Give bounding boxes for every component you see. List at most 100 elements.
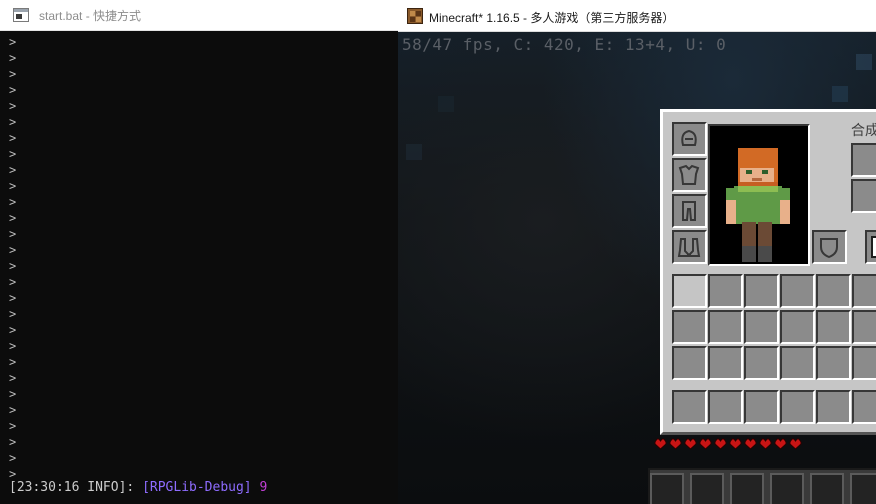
console-prompt-marker: > [9,387,17,401]
shield-outline-icon [820,238,838,259]
inventory-slot[interactable] [672,346,707,380]
console-prompt-marker: > [9,35,17,49]
inventory-slot[interactable] [744,274,779,308]
inventory-slot[interactable] [744,310,779,344]
console-prompt-marker: > [9,371,17,385]
console-prompt-marker: > [9,339,17,353]
inventory-slot[interactable] [852,346,876,380]
heart-icon [774,438,787,450]
inventory-slot[interactable] [816,310,851,344]
player-character-model [726,148,790,262]
heart-icon [684,438,697,450]
console-prompt-marker: > [9,307,17,321]
leggings-slot[interactable] [672,194,707,228]
hotbar-slot[interactable] [690,473,724,504]
minecraft-title-bar[interactable]: Minecraft* 1.16.5 - 多人游戏（第三方服务器） [398,0,876,32]
inventory-slot[interactable] [744,346,779,380]
world-block [406,144,422,160]
hotbar-slot[interactable] [730,473,764,504]
crafting-slot[interactable] [851,179,876,213]
console-prompt-marker: > [9,163,17,177]
heart-icon [654,438,667,450]
console-log-line: [23:30:16 INFO]: [RPGLib-Debug] 9 [9,480,267,495]
inventory-slot[interactable] [708,274,743,308]
hotbar-slot[interactable] [650,473,684,504]
console-prompt-marker: > [9,435,17,449]
console-prompt-marker: > [9,51,17,65]
console-prompt-marker: > [9,355,17,369]
inventory-slot[interactable] [780,274,815,308]
console-prompt-marker: > [9,291,17,305]
console-prompt-marker: > [9,115,17,129]
world-block [438,96,454,112]
leggings-outline-icon [682,201,696,221]
health-bar [654,437,804,451]
inventory-hotbar-slot[interactable] [708,390,743,424]
console-prompt-marker: > [9,419,17,433]
heart-icon [744,438,757,450]
console-output[interactable] [0,31,400,504]
inventory-slot[interactable] [672,274,707,308]
console-app-icon [13,8,29,22]
heart-icon [729,438,742,450]
console-prompt-marker: > [9,227,17,241]
crafting-slot[interactable] [851,143,876,177]
chestplate-outline-icon [678,164,700,185]
inventory-hotbar-slot[interactable] [744,390,779,424]
console-prompt-marker: > [9,243,17,257]
inventory-slot[interactable] [780,310,815,344]
chestplate-slot[interactable] [672,158,707,192]
inventory-panel[interactable]: 合成 [660,109,876,435]
recipe-book-icon [871,236,876,258]
helmet-outline-icon [681,129,697,146]
console-prompt-marker: > [9,83,17,97]
inventory-slot[interactable] [816,274,851,308]
offhand-slot[interactable] [812,230,847,264]
console-prompt-marker: > [9,275,17,289]
minecraft-grass-block-icon [407,8,423,24]
console-prompt-marker: > [9,211,17,225]
hotbar-slot[interactable] [810,473,844,504]
console-prompt-marker: > [9,67,17,81]
inventory-hotbar-slot[interactable] [780,390,815,424]
hotbar-slot[interactable] [850,473,876,504]
inventory-slot[interactable] [852,310,876,344]
inventory-slot[interactable] [672,310,707,344]
world-block [856,54,872,70]
console-prompt-marker: > [9,99,17,113]
log-value: 9 [251,480,268,495]
console-window-title: start.bat - 快捷方式 [39,9,142,23]
log-timestamp: [23:30:16 INFO]: [9,480,143,495]
console-prompt-marker: > [9,147,17,161]
helmet-slot[interactable] [672,122,707,156]
inventory-hotbar-slot[interactable] [816,390,851,424]
debug-fps-overlay: 58/47 fps, C: 420, E: 13+4, U: 0 [402,35,727,54]
console-prompt-marker: > [9,179,17,193]
boots-outline-icon [677,238,701,257]
console-prompt-marker: > [9,323,17,337]
inventory-hotbar-slot[interactable] [852,390,876,424]
inventory-slot[interactable] [780,346,815,380]
crafting-label: 合成 [851,122,876,138]
console-title-bar[interactable]: start.bat - 快捷方式 [0,0,400,31]
log-plugin-tag: [RPGLib-Debug] [142,480,252,495]
player-preview [708,124,810,266]
boots-slot[interactable] [672,230,707,264]
inventory-slot[interactable] [708,310,743,344]
inventory-slot[interactable] [852,274,876,308]
heart-icon [669,438,682,450]
console-window[interactable]: start.bat - 快捷方式 [23:30:16 INFO]: [RPGLi… [0,0,400,504]
inventory-hotbar-slot[interactable] [672,390,707,424]
crafting-result-slot[interactable] [865,230,876,264]
minecraft-window-title: Minecraft* 1.16.5 - 多人游戏（第三方服务器） [429,11,675,25]
console-prompt-marker: > [9,451,17,465]
inventory-slot[interactable] [816,346,851,380]
hotbar[interactable] [648,468,876,504]
world-block [832,86,848,102]
inventory-slot[interactable] [708,346,743,380]
heart-icon [714,438,727,450]
minecraft-window[interactable]: Minecraft* 1.16.5 - 多人游戏（第三方服务器） 58/47 f… [398,0,876,504]
console-prompt-marker: > [9,131,17,145]
hotbar-slot[interactable] [770,473,804,504]
console-prompt-marker: > [9,403,17,417]
